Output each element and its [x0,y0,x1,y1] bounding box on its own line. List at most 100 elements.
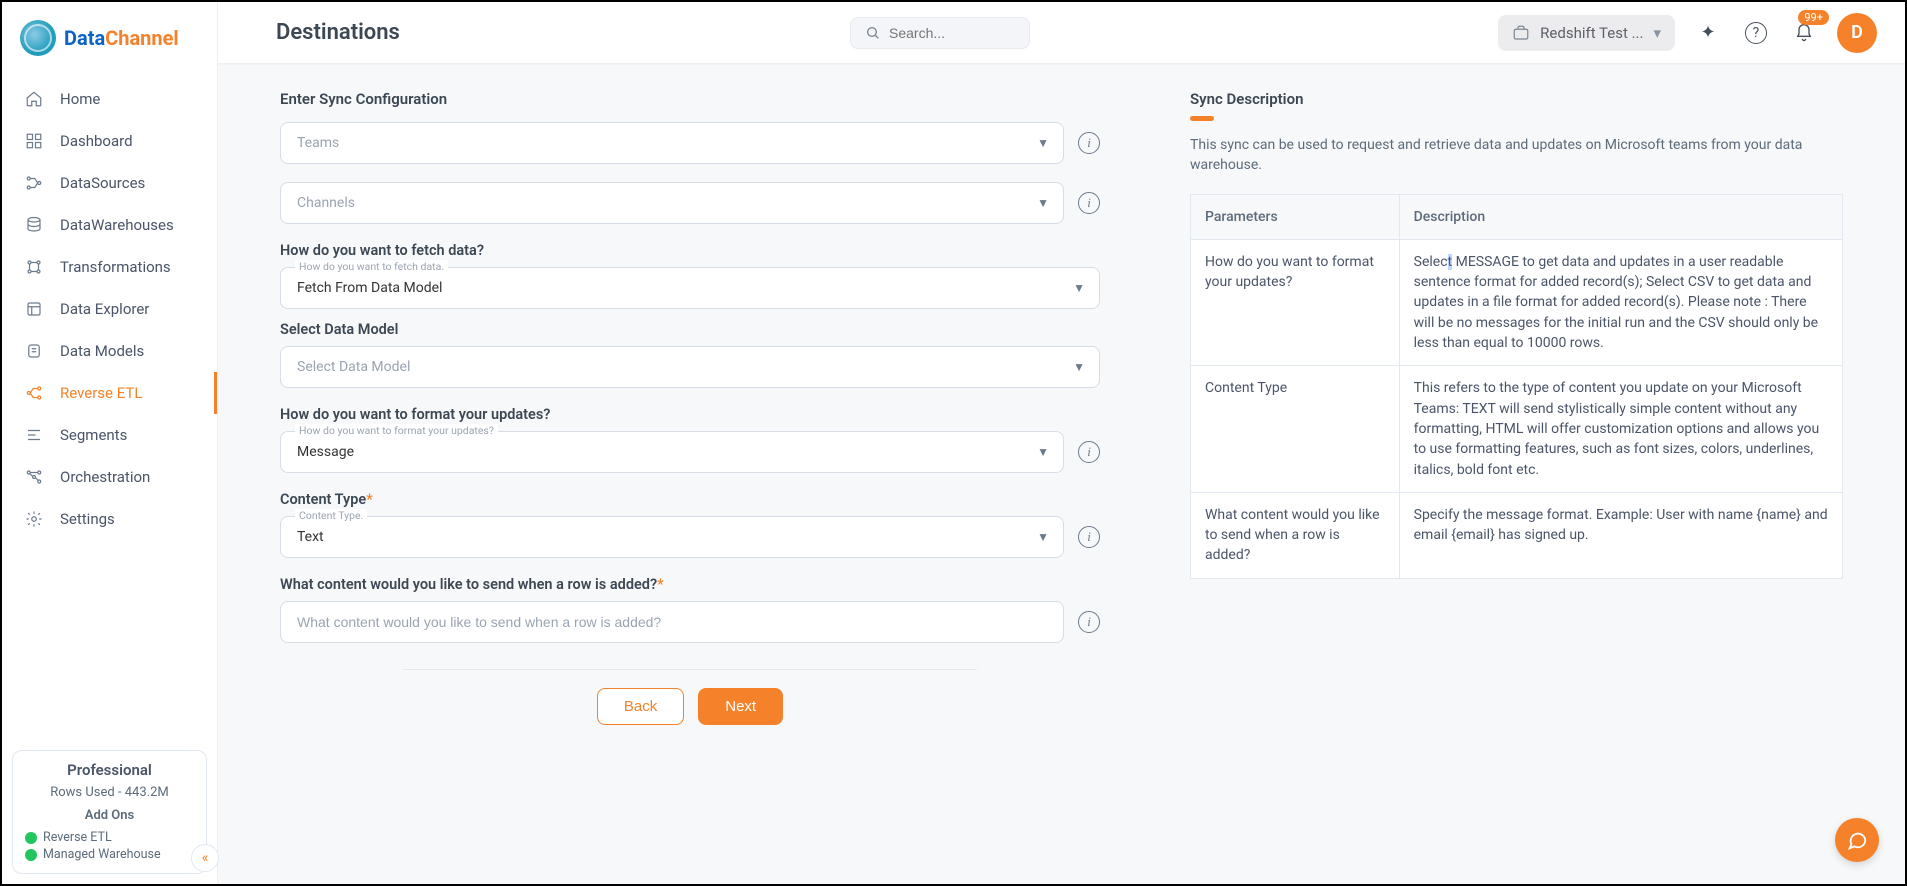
teams-select[interactable]: Teams▼ [280,122,1064,164]
parameters-table: Parameters Description How do you want t… [1190,194,1843,579]
sidebar-item-label: Segments [60,426,127,444]
sidebar-item-data-models[interactable]: Data Models [2,330,217,372]
notifications-button[interactable]: 99+ [1789,18,1819,48]
content-send-input[interactable] [280,601,1064,643]
sparkle-icon: ✦ [1700,22,1715,43]
logo-globe-icon [20,20,56,56]
select-model-label: Select Data Model [280,321,1100,338]
help-button[interactable]: ? [1741,18,1771,48]
search-icon [865,25,881,41]
sidebar-item-label: Data Explorer [60,300,149,318]
chevron-down-icon: ▼ [1037,445,1049,459]
check-icon [25,832,37,844]
addon-label: Reverse ETL [43,830,112,845]
back-button[interactable]: Back [597,688,684,725]
notification-badge: 99+ [1798,10,1829,25]
sync-desc-title: Sync Description [1190,90,1843,108]
channels-select[interactable]: Channels▼ [280,182,1064,224]
help-icon: ? [1745,22,1767,44]
workspace-selector[interactable]: Redshift Test ... ▾ [1498,15,1675,51]
desc-cell: Select MESSAGE to get data and updates i… [1399,239,1842,365]
transformations-icon [24,258,44,276]
table-row: Content Type This refers to the type of … [1191,366,1843,492]
plan-title: Professional [25,761,194,779]
param-cell: How do you want to format your updates? [1191,239,1400,365]
format-updates-label: How do you want to format your updates? [280,406,1100,423]
content-type-label: Content Type* [280,491,1100,508]
select-model-select[interactable]: Select Data Model▼ [280,346,1100,388]
param-cell: What content would you like to send when… [1191,492,1400,578]
workspace-name: Redshift Test ... [1540,24,1643,42]
plan-card: Professional Rows Used - 443.2M Add Ons … [12,750,207,874]
sidebar-item-settings[interactable]: Settings [2,498,217,540]
chevron-down-icon: ▾ [1653,24,1661,42]
accent-bar [1190,116,1214,121]
sidebar: DataChannel Home Dashboard DataSources D… [2,2,218,884]
form-section-title: Enter Sync Configuration [280,90,1100,108]
chat-icon [1846,829,1868,851]
next-button[interactable]: Next [698,688,783,725]
param-th-description: Description [1399,194,1842,239]
sparkle-button[interactable]: ✦ [1693,18,1723,48]
info-icon[interactable]: i [1078,526,1100,548]
sidebar-item-dashboard[interactable]: Dashboard [2,120,217,162]
float-label: How do you want to fetch data. [295,260,448,273]
search-box[interactable] [850,17,1030,49]
sidebar-item-segments[interactable]: Segments [2,414,217,456]
chevron-down-icon: ▼ [1073,360,1085,374]
segments-icon [24,426,44,444]
plan-rows-used: Rows Used - 443.2M [25,785,194,800]
sidebar-item-orchestration[interactable]: Orchestration [2,456,217,498]
avatar[interactable]: D [1837,13,1877,53]
addon-label: Managed Warehouse [43,847,161,862]
reverse-etl-icon [24,384,44,402]
param-th-parameters: Parameters [1191,194,1400,239]
chevron-down-icon: ▼ [1037,196,1049,210]
sidebar-item-reverse-etl[interactable]: Reverse ETL [2,372,217,414]
sidebar-item-datawarehouses[interactable]: DataWarehouses [2,204,217,246]
sidebar-item-data-explorer[interactable]: Data Explorer [2,288,217,330]
briefcase-icon [1512,24,1530,42]
fetch-data-label: How do you want to fetch data? [280,242,1100,259]
logo-text: DataChannel [64,26,179,50]
fetch-data-select[interactable]: How do you want to fetch data. Fetch Fro… [280,267,1100,309]
param-cell: Content Type [1191,366,1400,492]
sidebar-collapse-toggle[interactable]: « [191,844,219,872]
datasources-icon [24,174,44,192]
sidebar-item-label: DataSources [60,174,145,192]
float-label: How do you want to format your updates? [295,424,498,437]
content-send-label: What content would you like to send when… [280,576,1100,593]
orchestration-icon [24,468,44,486]
sidebar-item-label: Reverse ETL [60,384,142,402]
format-updates-select[interactable]: How do you want to format your updates? … [280,431,1064,473]
search-input[interactable] [889,25,1070,41]
sidebar-item-transformations[interactable]: Transformations [2,246,217,288]
gear-icon [24,510,44,528]
sidebar-item-datasources[interactable]: DataSources [2,162,217,204]
info-icon[interactable]: i [1078,611,1100,633]
sidebar-item-label: Dashboard [60,132,133,150]
info-icon[interactable]: i [1078,441,1100,463]
bell-icon [1794,23,1814,43]
info-icon[interactable]: i [1078,192,1100,214]
explorer-icon [24,300,44,318]
dashboard-icon [24,132,44,150]
sidebar-item-label: Transformations [60,258,171,276]
models-icon [24,342,44,360]
plan-addons-header: Add Ons [25,808,194,823]
sidebar-item-label: Settings [60,510,115,528]
desc-cell: Specify the message format. Example: Use… [1399,492,1842,578]
sidebar-item-label: Orchestration [60,468,150,486]
sidebar-item-label: DataWarehouses [60,216,174,234]
home-icon [24,90,44,108]
info-icon[interactable]: i [1078,132,1100,154]
sidebar-item-home[interactable]: Home [2,78,217,120]
table-row: What content would you like to send when… [1191,492,1843,578]
sidebar-nav: Home Dashboard DataSources DataWarehouse… [2,68,217,740]
warehouse-icon [24,216,44,234]
logo[interactable]: DataChannel [2,2,217,68]
check-icon [25,849,37,861]
chat-fab[interactable] [1835,818,1879,862]
content-type-select[interactable]: Content Type. Text ▼ [280,516,1064,558]
addon-line: Managed Warehouse [25,846,194,863]
